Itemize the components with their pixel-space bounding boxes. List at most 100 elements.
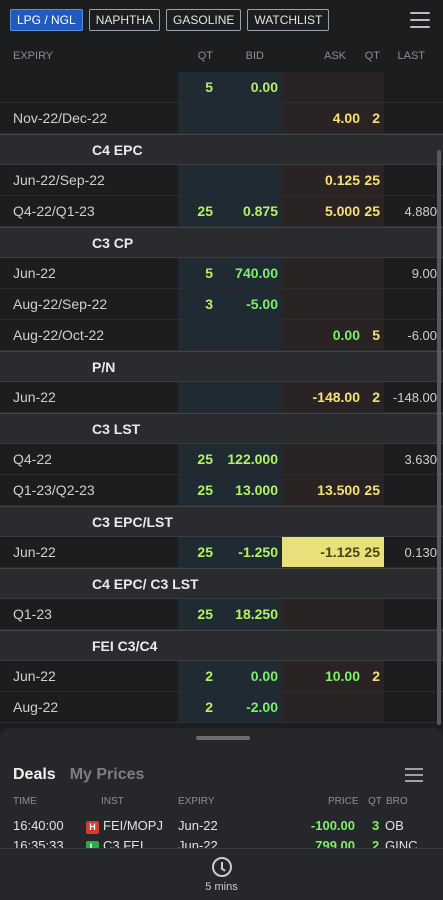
bid-qty-cell[interactable]: 25 bbox=[178, 444, 216, 474]
ask-qty-cell[interactable]: 25 bbox=[362, 196, 384, 226]
deals-header: TIME INST EXPIRY PRICE QT BRO bbox=[0, 796, 443, 808]
grid-row: Aug-22 2 -2.00 bbox=[0, 692, 443, 723]
row-expiry: Jun-22 bbox=[13, 544, 56, 560]
row-expiry: Aug-22/Oct-22 bbox=[13, 327, 105, 343]
ask-cell[interactable] bbox=[282, 444, 362, 474]
bid-qty-cell[interactable]: 5 bbox=[178, 258, 216, 288]
bid-cell[interactable] bbox=[216, 165, 282, 195]
bid-qty-cell[interactable] bbox=[178, 382, 216, 412]
deal-price: -100.00 bbox=[310, 820, 355, 833]
ask-cell[interactable]: 4.00 bbox=[282, 103, 362, 133]
ask-qty-cell[interactable]: 25 bbox=[362, 165, 384, 195]
section-header[interactable]: C4 EPC/ C3 LST bbox=[0, 568, 443, 599]
product-tabbar: LPG / NGL NAPHTHA GASOLINE WATCHLIST bbox=[0, 0, 443, 40]
refresh-footer[interactable]: 5 mins bbox=[0, 848, 443, 900]
last-cell: 3.630 bbox=[404, 451, 437, 467]
grid-row: Q4-22/Q1-23 25 0.875 5.000 25 4.880 bbox=[0, 196, 443, 227]
header-last: LAST bbox=[397, 50, 425, 62]
bid-cell[interactable]: 0.875 bbox=[216, 196, 282, 226]
ask-cell[interactable]: -1.125 bbox=[282, 537, 362, 567]
bid-qty-cell[interactable]: 2 bbox=[178, 692, 216, 722]
bid-qty-cell[interactable]: 25 bbox=[178, 599, 216, 629]
ask-cell[interactable] bbox=[282, 258, 362, 288]
tab-naphtha[interactable]: NAPHTHA bbox=[88, 9, 161, 31]
ask-qty-cell[interactable]: 2 bbox=[362, 103, 384, 133]
deal-time: 16:40:00 bbox=[13, 820, 64, 833]
section-header[interactable]: C4 EPC bbox=[0, 134, 443, 165]
bid-qty-cell[interactable]: 25 bbox=[178, 196, 216, 226]
bid-cell[interactable] bbox=[216, 320, 282, 350]
ask-cell[interactable]: 0.00 bbox=[282, 320, 362, 350]
ask-qty-cell[interactable]: 5 bbox=[362, 320, 384, 350]
ask-qty-cell[interactable] bbox=[362, 289, 384, 319]
grid-row: Jun-22/Sep-22 0.125 25 bbox=[0, 165, 443, 196]
bid-cell[interactable]: -2.00 bbox=[216, 692, 282, 722]
tab-watchlist[interactable]: WATCHLIST bbox=[247, 9, 330, 31]
tab-lpg-ngl[interactable]: LPG / NGL bbox=[10, 9, 83, 31]
ask-qty-cell[interactable] bbox=[362, 444, 384, 474]
ask-qty-cell[interactable] bbox=[362, 599, 384, 629]
bid-cell[interactable]: 0.00 bbox=[216, 72, 282, 102]
bid-qty-cell[interactable]: 2 bbox=[178, 661, 216, 691]
bid-qty-cell[interactable] bbox=[178, 320, 216, 350]
row-expiry: Jun-22/Sep-22 bbox=[13, 172, 105, 188]
deal-row[interactable]: 16:35:33 L C3 FEI Jun-22 799.00 2 GINC bbox=[0, 838, 443, 848]
bid-cell[interactable]: 740.00 bbox=[216, 258, 282, 288]
bid-cell[interactable]: -1.250 bbox=[216, 537, 282, 567]
ask-cell[interactable]: 5.000 bbox=[282, 196, 362, 226]
header-bid: BID bbox=[245, 50, 264, 62]
bid-qty-cell[interactable]: 5 bbox=[178, 72, 216, 102]
section-header[interactable]: P/N bbox=[0, 351, 443, 382]
ask-cell[interactable]: 10.00 bbox=[282, 661, 362, 691]
filter-icon[interactable] bbox=[405, 768, 423, 782]
grid-row: Jun-22 5 740.00 9.00 bbox=[0, 258, 443, 289]
bid-cell[interactable]: 0.00 bbox=[216, 661, 282, 691]
ask-qty-cell[interactable]: 25 bbox=[362, 475, 384, 505]
bid-qty-cell[interactable] bbox=[178, 103, 216, 133]
sheet-drag-handle[interactable] bbox=[196, 736, 250, 740]
row-expiry: Q4-22/Q1-23 bbox=[13, 203, 95, 219]
ask-qty-cell[interactable]: 25 bbox=[362, 537, 384, 567]
bid-qty-cell[interactable] bbox=[178, 165, 216, 195]
grid-scrollbar[interactable] bbox=[437, 150, 441, 725]
section-header[interactable]: C3 LST bbox=[0, 413, 443, 444]
ask-qty-cell[interactable]: 2 bbox=[362, 661, 384, 691]
last-cell bbox=[384, 692, 443, 722]
ask-cell[interactable] bbox=[282, 692, 362, 722]
tab-my-prices[interactable]: My Prices bbox=[70, 766, 145, 784]
ask-cell[interactable]: -148.00 bbox=[282, 382, 362, 412]
bid-qty-cell[interactable]: 25 bbox=[178, 475, 216, 505]
bid-qty-cell[interactable]: 3 bbox=[178, 289, 216, 319]
tab-gasoline[interactable]: GASOLINE bbox=[166, 9, 242, 31]
ask-qty-cell[interactable] bbox=[362, 72, 384, 102]
ask-qty-cell[interactable] bbox=[362, 258, 384, 288]
ask-cell[interactable] bbox=[282, 599, 362, 629]
grid-row: Aug-22/Oct-22 0.00 5 -6.00 bbox=[0, 320, 443, 351]
bid-cell[interactable]: 122.000 bbox=[216, 444, 282, 474]
bid-cell[interactable]: 13.000 bbox=[216, 475, 282, 505]
bid-cell[interactable]: -5.00 bbox=[216, 289, 282, 319]
bid-qty-cell[interactable]: 25 bbox=[178, 537, 216, 567]
price-grid: 5 0.00 Nov-22/Dec-22 4.00 2 C4 EPC Jun-22/Sep-… bbox=[0, 72, 443, 723]
ask-cell[interactable] bbox=[282, 289, 362, 319]
grid-row: Q1-23/Q2-23 25 13.000 13.500 25 bbox=[0, 475, 443, 506]
ask-cell[interactable]: 0.125 bbox=[282, 165, 362, 195]
section-header[interactable]: FEI C3/C4 bbox=[0, 630, 443, 661]
deal-broker: OB bbox=[385, 820, 404, 833]
ask-cell[interactable] bbox=[282, 72, 362, 102]
section-header[interactable]: C3 CP bbox=[0, 227, 443, 258]
deal-price: 799.00 bbox=[315, 838, 355, 848]
bid-cell[interactable] bbox=[216, 103, 282, 133]
section-header[interactable]: C3 EPC/LST bbox=[0, 506, 443, 537]
last-cell bbox=[384, 599, 443, 629]
ask-qty-cell[interactable]: 2 bbox=[362, 382, 384, 412]
row-expiry: Jun-22 bbox=[13, 265, 56, 281]
last-cell bbox=[384, 165, 443, 195]
ask-qty-cell[interactable] bbox=[362, 692, 384, 722]
deal-row[interactable]: 16:40:00 H FEI/MOPJ Jun-22 -100.00 3 OB bbox=[0, 820, 443, 838]
bid-cell[interactable] bbox=[216, 382, 282, 412]
tab-deals[interactable]: Deals bbox=[13, 766, 56, 784]
bid-cell[interactable]: 18.250 bbox=[216, 599, 282, 629]
ask-cell[interactable]: 13.500 bbox=[282, 475, 362, 505]
menu-icon[interactable] bbox=[410, 12, 430, 28]
